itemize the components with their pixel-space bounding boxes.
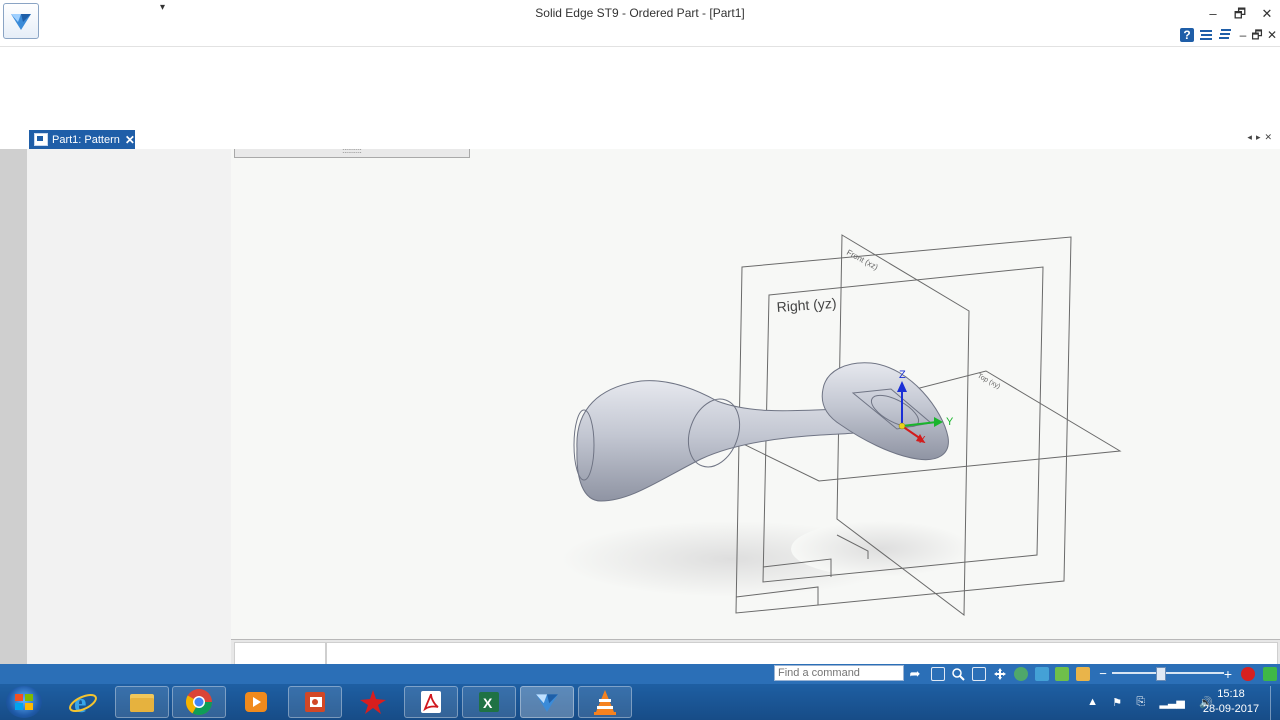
command-finder-input[interactable] bbox=[774, 665, 904, 681]
record-icon[interactable] bbox=[1241, 667, 1255, 681]
close-tab-icon[interactable]: ✕ bbox=[125, 133, 135, 147]
excel-icon: X bbox=[479, 692, 499, 712]
model-shadow-2 bbox=[791, 521, 971, 577]
internet-explorer-icon: e bbox=[69, 688, 97, 716]
front-plane-label: Front (xz) bbox=[845, 248, 880, 272]
show-hidden-icons-icon[interactable]: ▲ bbox=[1087, 696, 1098, 708]
document-tab-label: Part1: Pattern bbox=[52, 133, 120, 146]
fit-icon[interactable] bbox=[972, 667, 986, 681]
minimize-button[interactable]: – bbox=[1200, 4, 1226, 24]
windows-logo-icon bbox=[15, 694, 33, 710]
solid-body[interactable] bbox=[573, 362, 949, 502]
fit-view-icon[interactable] bbox=[931, 667, 945, 681]
clock-time: 15:18 bbox=[1217, 688, 1245, 700]
view-styles-icon[interactable] bbox=[1076, 667, 1090, 681]
y-axis-label: Y bbox=[946, 416, 954, 428]
taskbar-internet-explorer[interactable]: e bbox=[56, 686, 110, 718]
clock-date: 28-09-2017 bbox=[1202, 703, 1260, 715]
x-axis-label: X bbox=[919, 435, 926, 446]
zoom-in-icon[interactable]: + bbox=[1221, 667, 1235, 681]
arrange-windows-icon[interactable] bbox=[1199, 28, 1213, 42]
status-indicator-icon[interactable] bbox=[1263, 667, 1277, 681]
usb-device-icon[interactable]: ⎘ bbox=[1136, 696, 1145, 709]
red-star-app-icon bbox=[360, 690, 386, 714]
folder-icon bbox=[130, 694, 154, 712]
docking-gutter bbox=[0, 149, 27, 664]
action-center-flag-icon[interactable]: ⚑ bbox=[1112, 696, 1122, 709]
help-icon[interactable]: ? bbox=[1180, 28, 1194, 42]
zoom-out-icon[interactable]: − bbox=[1096, 667, 1110, 681]
taskbar-media-player[interactable] bbox=[229, 686, 283, 718]
pathfinder-pane[interactable] bbox=[27, 149, 232, 664]
pane-resize-grip[interactable]: :::::::::: bbox=[234, 148, 470, 158]
taskbar-solid-edge[interactable] bbox=[520, 686, 574, 718]
graphics-window[interactable]: Right (yz) Front (xz) Top (xy) Z Y X bbox=[231, 149, 1280, 639]
tab-navigation-icon[interactable]: ◂▸✕ bbox=[1247, 132, 1276, 143]
pan-icon[interactable] bbox=[993, 667, 1007, 681]
z-axis-label: Z bbox=[899, 369, 906, 381]
spin-about-icon[interactable] bbox=[1035, 667, 1049, 681]
go-arrow-icon[interactable]: ➦ bbox=[908, 667, 922, 681]
start-button[interactable] bbox=[6, 686, 42, 718]
taskbar-powerpoint[interactable] bbox=[288, 686, 342, 718]
taskbar-chrome[interactable] bbox=[172, 686, 226, 718]
solid-edge-logo-icon bbox=[11, 14, 31, 30]
prompt-field[interactable] bbox=[326, 642, 1278, 665]
part-document-icon bbox=[34, 133, 48, 146]
close-button[interactable]: ✕ bbox=[1254, 4, 1280, 24]
bulb-body[interactable] bbox=[821, 362, 949, 461]
document-tab-strip bbox=[0, 128, 1280, 150]
zoom-slider-thumb[interactable] bbox=[1156, 667, 1166, 681]
adobe-reader-icon bbox=[421, 691, 441, 713]
right-plane-label: Right (yz) bbox=[776, 295, 837, 315]
view-orientation-icon[interactable] bbox=[1055, 667, 1069, 681]
rotate-icon[interactable] bbox=[1014, 667, 1028, 681]
taskbar-adobe-reader[interactable] bbox=[404, 686, 458, 718]
taskbar-red-app[interactable] bbox=[346, 686, 400, 718]
vlc-icon bbox=[594, 690, 616, 715]
show-desktop-button[interactable] bbox=[1270, 686, 1280, 720]
document-minimize-button[interactable]: – bbox=[1236, 28, 1250, 42]
network-signal-icon[interactable]: ▂▃▅ bbox=[1160, 696, 1185, 709]
ribbon bbox=[0, 46, 1280, 130]
taskbar-vlc[interactable] bbox=[578, 686, 632, 718]
window-title: Solid Edge ST9 - Ordered Part - [Part1] bbox=[535, 6, 745, 20]
zoom-slider-track[interactable] bbox=[1112, 672, 1224, 674]
top-plane-label: Top (xy) bbox=[976, 373, 1001, 391]
cascade-windows-icon[interactable] bbox=[1218, 28, 1232, 42]
quick-access-dropdown-icon[interactable]: ▾ bbox=[160, 2, 165, 13]
document-restore-button[interactable]: 🗗 bbox=[1250, 28, 1264, 42]
document-tab[interactable]: Part1: Pattern ✕ bbox=[29, 130, 135, 149]
svg-text:X: X bbox=[483, 695, 493, 711]
prompt-field-left[interactable] bbox=[234, 642, 326, 665]
taskbar-clock[interactable]: 15:18 28-09-2017 bbox=[1196, 687, 1266, 717]
media-player-icon bbox=[245, 692, 267, 712]
taskbar-file-explorer[interactable] bbox=[115, 686, 169, 718]
document-close-button[interactable]: ✕ bbox=[1265, 28, 1279, 42]
3d-viewport[interactable]: Right (yz) Front (xz) Top (xy) Z Y X bbox=[231, 149, 1280, 639]
chrome-icon bbox=[185, 689, 213, 716]
taskbar-excel[interactable]: X bbox=[462, 686, 516, 718]
zoom-area-icon[interactable] bbox=[951, 667, 965, 681]
powerpoint-icon bbox=[305, 692, 325, 712]
solid-edge-icon bbox=[536, 694, 558, 712]
application-button[interactable] bbox=[3, 3, 39, 39]
restore-button[interactable]: 🗗 bbox=[1227, 4, 1253, 24]
